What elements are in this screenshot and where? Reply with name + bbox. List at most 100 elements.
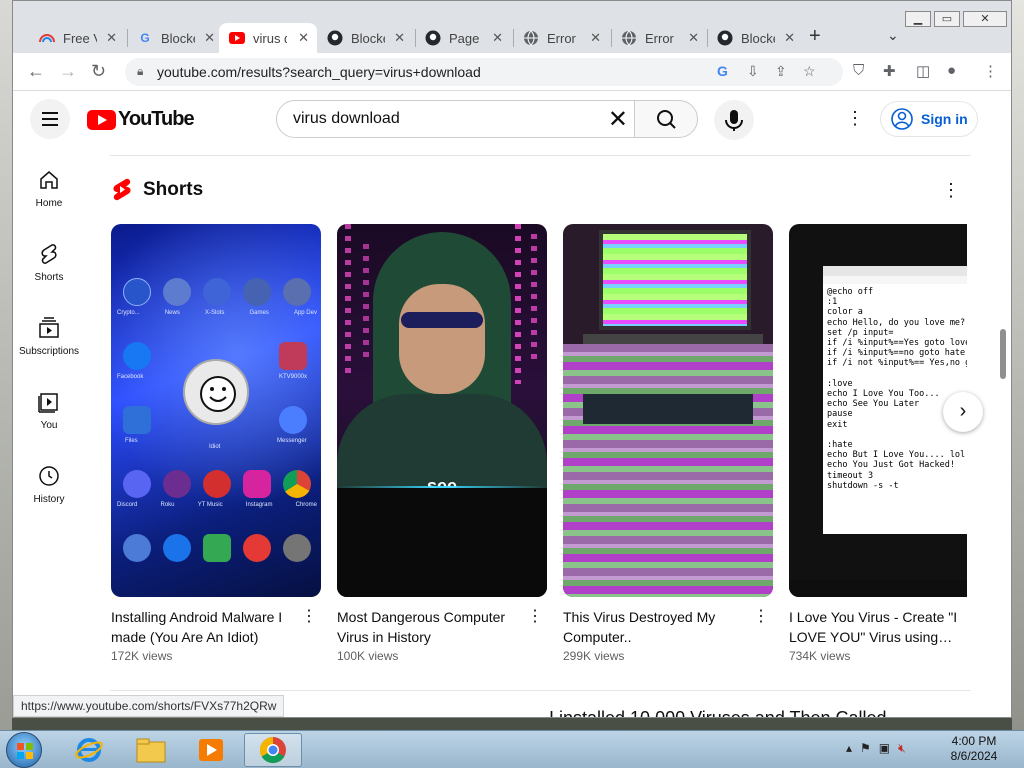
short-title[interactable]: Installing Android Malware I made (You A…	[111, 607, 291, 647]
close-tab-icon[interactable]: ✕	[784, 30, 795, 46]
history-icon	[39, 466, 59, 486]
side-panel-icon[interactable]: ◫	[916, 62, 930, 80]
network-icon[interactable]: ▣	[879, 741, 890, 756]
app-label: YT Music	[197, 502, 223, 508]
tab-1[interactable]: G Blocke ✕	[127, 23, 223, 53]
youtube-logo[interactable]: YouTube	[87, 108, 195, 131]
google-lens-icon[interactable]: G	[717, 63, 728, 79]
hamburger-menu-icon[interactable]	[30, 99, 70, 139]
app-label: X-Slots	[204, 310, 225, 316]
address-bar[interactable]: 🔒︎ youtube.com/results?search_query=viru…	[125, 58, 843, 86]
laptop-screen	[599, 230, 751, 330]
short-title[interactable]: Most Dangerous Computer Virus in History	[337, 607, 517, 647]
taskbar-file-explorer[interactable]	[122, 733, 180, 767]
new-tab-button[interactable]: +	[809, 25, 821, 48]
section-title: Shorts	[143, 179, 204, 200]
shorts-next-button[interactable]: ›	[943, 392, 983, 432]
clock-date: 8/6/2024	[950, 749, 998, 763]
short-more-icon[interactable]: ⋮	[527, 606, 543, 626]
url-text: youtube.com/results?search_query=virus+d…	[157, 64, 481, 80]
back-arrow-icon[interactable]: ←	[27, 61, 45, 82]
youtube-page: YouTube virus download ✕ ⋮ Sign in Home	[13, 92, 1011, 717]
sidebar-item-history[interactable]: History	[13, 464, 85, 505]
close-tab-icon[interactable]: ✕	[106, 30, 117, 46]
close-tab-icon[interactable]: ✕	[688, 30, 699, 46]
short-card[interactable]: Crypto... News X-Slots Games App Dev Fac…	[111, 224, 321, 663]
sidebar-item-subscriptions[interactable]: Subscriptions	[13, 316, 85, 357]
microphone-icon	[725, 110, 743, 131]
tab-4[interactable]: Page ✕	[415, 23, 511, 53]
shield-extension-icon[interactable]: ⛉	[853, 62, 864, 79]
short-title[interactable]: I Love You Virus - Create "I LOVE YOU" V…	[789, 607, 959, 647]
short-thumbnail[interactable]: @echo off :1 color a echo Hello, do you …	[789, 224, 967, 597]
youtube-app-icon	[243, 534, 271, 562]
smiley-face-icon	[183, 359, 249, 425]
search-box[interactable]: virus download ✕	[276, 100, 635, 138]
short-card[interactable]: @echo off :1 color a echo Hello, do you …	[789, 224, 967, 663]
short-title[interactable]: This Virus Destroyed My Computer..	[563, 607, 743, 647]
short-more-icon[interactable]: ⋮	[753, 606, 769, 626]
sidebar-item-home[interactable]: Home	[13, 168, 85, 209]
short-thumbnail[interactable]: Crypto... News X-Slots Games App Dev Fac…	[111, 224, 321, 597]
close-window-button[interactable]: ✕	[963, 11, 1007, 27]
volume-muted-icon[interactable]: 🔇︎	[898, 741, 906, 756]
voice-search-button[interactable]	[714, 100, 754, 140]
profile-avatar-icon[interactable]: ●	[947, 62, 956, 79]
sign-in-button[interactable]: Sign in	[880, 101, 978, 137]
chrome-menu-icon[interactable]: ⋮	[983, 62, 998, 80]
bookmark-star-icon[interactable]: ☆	[803, 63, 816, 80]
settings-more-icon[interactable]: ⋮	[846, 108, 864, 129]
action-center-flag-icon[interactable]: ⚑	[860, 741, 871, 756]
extensions-puzzle-icon[interactable]: ✚	[883, 62, 896, 80]
taskbar-chrome[interactable]	[244, 733, 302, 767]
google-icon: G	[140, 31, 150, 45]
close-tab-icon[interactable]: ✕	[492, 30, 503, 46]
app-label: News	[164, 310, 180, 316]
clear-search-icon[interactable]: ✕	[608, 105, 628, 134]
github-icon	[327, 30, 343, 46]
section-more-icon[interactable]: ⋮	[942, 180, 960, 201]
tab-0[interactable]: Free V ✕	[29, 23, 125, 53]
short-card[interactable]: see Most Dangerous Computer Virus in His…	[337, 224, 547, 663]
tab-5[interactable]: Error ✕	[513, 23, 609, 53]
taskbar-internet-explorer[interactable]	[60, 733, 118, 767]
sidebar-item-shorts[interactable]: Shorts	[13, 242, 85, 283]
tab-search-chevron-icon[interactable]: ⌄	[887, 27, 899, 44]
short-card[interactable]: This Virus Destroyed My Computer.. 299K …	[563, 224, 773, 663]
desktop-wallpaper-right	[1012, 0, 1024, 730]
reload-icon[interactable]: ↻	[91, 61, 106, 82]
show-hidden-icons-icon[interactable]: ▴	[846, 741, 852, 756]
window-controls: ▁ ▭ ✕	[905, 11, 1007, 27]
app-label: Crypto...	[117, 310, 140, 316]
close-tab-icon[interactable]: ✕	[204, 30, 215, 46]
page-scrollbar[interactable]	[1000, 329, 1006, 379]
close-tab-icon[interactable]: ✕	[298, 30, 309, 46]
sidebar-item-you[interactable]: You	[13, 390, 85, 431]
search-button[interactable]	[634, 100, 698, 138]
minimize-button[interactable]: ▁	[905, 11, 931, 27]
browser-toolbar: ← → ↻ 🔒︎ youtube.com/results?search_quer…	[13, 53, 1011, 91]
short-thumbnail[interactable]	[563, 224, 773, 597]
short-thumbnail[interactable]: see	[337, 224, 547, 597]
close-tab-icon[interactable]: ✕	[590, 30, 601, 46]
forward-arrow-icon[interactable]: →	[59, 61, 77, 82]
tab-strip: ▁ ▭ ✕ Free V ✕ G Blocke ✕ virus d ✕ Bloc…	[13, 1, 1011, 53]
taskbar-clock[interactable]: 4:00 PM 8/6/2024	[944, 734, 1004, 764]
phone-app-icon	[123, 534, 151, 562]
windows-logo-icon	[17, 743, 33, 759]
install-app-icon[interactable]: ⇩	[747, 63, 759, 80]
short-more-icon[interactable]: ⋮	[301, 606, 317, 626]
taskbar-media-player[interactable]	[182, 733, 240, 767]
tab-7[interactable]: Blocke ✕	[707, 23, 803, 53]
github-icon	[425, 30, 441, 46]
search-input[interactable]: virus download	[293, 110, 400, 128]
share-icon[interactable]: ⇪	[775, 63, 787, 80]
maximize-button[interactable]: ▭	[934, 11, 960, 27]
tab-2[interactable]: virus d ✕	[219, 23, 317, 53]
start-button[interactable]	[6, 732, 42, 768]
app-icon	[163, 278, 191, 306]
tab-6[interactable]: Error ✕	[611, 23, 707, 53]
sidebar-label: You	[40, 420, 58, 431]
tab-3[interactable]: Blocke ✕	[317, 23, 413, 53]
close-tab-icon[interactable]: ✕	[394, 30, 405, 46]
